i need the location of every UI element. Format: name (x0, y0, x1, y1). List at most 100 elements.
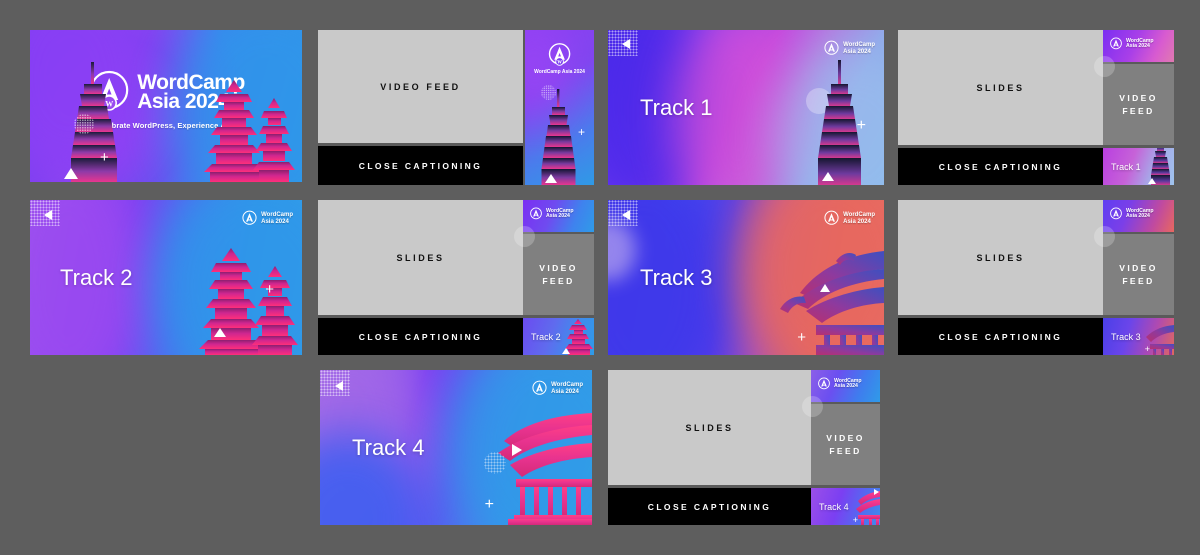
triangle-up-deco-icon (562, 348, 570, 354)
triangle-up-deco-icon (545, 174, 557, 183)
wordcamp-a-mark-icon: W (548, 43, 571, 66)
close-captioning-panel[interactable]: CLOSE CAPTIONING (318, 146, 523, 185)
close-captioning-label: CLOSE CAPTIONING (938, 331, 1063, 342)
slides-panel[interactable]: SLIDES (608, 370, 811, 485)
card-layout-track-2[interactable]: SLIDES VIDEO FEED CLOSE CAPTIONING WordCa… (318, 200, 594, 355)
brand-line2: Asia 2024 (843, 218, 871, 225)
card-layout-track-3[interactable]: SLIDES VIDEO FEED CLOSE CAPTIONING WordCa… (898, 200, 1174, 355)
track-title: Track 1 (640, 94, 713, 120)
wordcamp-a-mark-icon (818, 377, 830, 390)
close-captioning-label: CLOSE CAPTIONING (358, 331, 483, 342)
wordcamp-a-mark-icon (1110, 37, 1122, 50)
track-card-logo: WordCamp Asia 2024 (241, 210, 293, 227)
track-chip-label: Track 4 (819, 501, 849, 512)
brand-line2: Asia 2024 (551, 388, 579, 395)
wordcamp-a-mark-icon (242, 210, 257, 225)
video-feed-line2: FEED (1122, 105, 1155, 116)
track-chip[interactable]: + Track 3 (1103, 318, 1174, 355)
triangle-up-deco-icon (214, 328, 226, 337)
track-chip[interactable]: + Track 4 (811, 488, 880, 525)
track-chip-label: Track 3 (1111, 331, 1141, 342)
video-feed-line2: FEED (542, 275, 575, 286)
brand-chip[interactable]: WordCamp Asia 2024 (1103, 200, 1174, 232)
plus-deco-icon: + (265, 281, 274, 298)
close-captioning-panel[interactable]: CLOSE CAPTIONING (898, 148, 1103, 185)
video-feed-label: VIDEO FEED (380, 81, 461, 92)
taipei-101-silhouette (539, 89, 579, 185)
plus-deco-icon: + (797, 329, 806, 346)
track-card-logo: WordCamp Asia 2024 (531, 380, 583, 397)
video-feed-panel[interactable]: VIDEO FEED (523, 234, 594, 315)
slide-template-grid: + W WordCamp Asia 2024 Celebrate WordPre… (0, 0, 1200, 555)
brand-chip[interactable]: WordCamp Asia 2024 (1103, 30, 1174, 62)
brand-chip[interactable]: WordCamp Asia 2024 (523, 200, 594, 232)
card-layout-track-4[interactable]: SLIDES VIDEO FEED CLOSE CAPTIONING WordCa… (608, 370, 880, 525)
triangle-right-deco-icon (512, 444, 522, 456)
track-title: Track 4 (352, 434, 425, 460)
card-track-3-title[interactable]: + WordCamp Asia 2024 Track 3 (608, 200, 884, 355)
track-chip[interactable]: Track 2 (523, 318, 594, 355)
triangle-left-deco-icon (622, 39, 630, 49)
plus-deco-icon: + (852, 515, 858, 525)
plus-deco-icon: + (856, 117, 866, 134)
moon-deco (1094, 56, 1115, 77)
slides-label: SLIDES (396, 252, 445, 263)
wordcamp-a-mark-icon (530, 207, 542, 220)
card-layout-track-1[interactable]: SLIDES VIDEO FEED CLOSE CAPTIONING WordCa… (898, 30, 1174, 185)
svg-text:W: W (557, 60, 562, 65)
triangle-left-deco-icon (622, 210, 630, 220)
brand-sidebar-logo: W WordCamp Asia 2024 (534, 42, 585, 75)
slides-panel[interactable]: SLIDES (898, 200, 1103, 315)
card-hero-wordcamp-asia[interactable]: + W WordCamp Asia 2024 Celebrate WordPre… (30, 30, 302, 182)
card-track-1-title[interactable]: + WordCamp Asia 2024 Track 1 (608, 30, 884, 185)
triangle-left-deco-icon (335, 381, 343, 391)
track-title: Track 3 (640, 264, 713, 290)
video-feed-line1: VIDEO (826, 432, 865, 443)
close-captioning-label: CLOSE CAPTIONING (647, 501, 772, 512)
wordcamp-a-mark-icon (1110, 207, 1122, 220)
track-chip[interactable]: Track 1 (1103, 148, 1174, 185)
video-feed-panel[interactable]: VIDEO FEED (1103, 64, 1174, 145)
card-track-4-title[interactable]: + WordCamp Asia 2024 Track 4 (320, 370, 592, 525)
video-feed-line2: FEED (829, 445, 862, 456)
close-captioning-panel[interactable]: CLOSE CAPTIONING (608, 488, 811, 525)
close-captioning-label: CLOSE CAPTIONING (358, 160, 483, 171)
track-1-artwork: + WordCamp Asia 2024 Track 1 (608, 30, 884, 185)
plus-deco-icon: + (1144, 344, 1150, 354)
memorial-gate-silhouette (464, 407, 592, 525)
brand-line2: Asia 2024 (1126, 213, 1150, 219)
pagoda-silhouette (198, 245, 298, 355)
video-feed-panel[interactable]: VIDEO FEED (1103, 234, 1174, 315)
video-feed-line1: VIDEO (1119, 262, 1158, 273)
brand-line2: Asia 2024 (261, 218, 289, 225)
track-chip-label: Track 1 (1111, 161, 1141, 172)
track-chip-label: Track 2 (531, 331, 561, 342)
video-feed-line1: VIDEO (539, 262, 578, 273)
slides-panel[interactable]: SLIDES (318, 200, 523, 315)
triangle-right-deco-icon (874, 489, 879, 495)
wordcamp-a-mark-icon (532, 380, 547, 395)
video-feed-line2: FEED (1122, 275, 1155, 286)
moon-deco (1094, 226, 1115, 247)
close-captioning-panel[interactable]: CLOSE CAPTIONING (898, 318, 1103, 355)
brand-sidebar-strip[interactable]: + W WordCamp Asia 2024 (525, 30, 594, 185)
triangle-up-deco-icon (820, 284, 830, 292)
card-track-2-title[interactable]: + WordCamp Asia 2024 Track 2 (30, 200, 302, 355)
close-captioning-label: CLOSE CAPTIONING (938, 161, 1063, 172)
video-feed-line1: VIDEO (1119, 92, 1158, 103)
track-card-logo: WordCamp Asia 2024 (823, 210, 875, 227)
video-feed-panel[interactable]: VIDEO FEED (318, 30, 523, 143)
close-captioning-panel[interactable]: CLOSE CAPTIONING (318, 318, 523, 355)
video-feed-panel[interactable]: VIDEO FEED (811, 404, 880, 485)
hero-artwork: + W WordCamp Asia 2024 Celebrate WordPre… (30, 30, 302, 182)
track-title: Track 2 (60, 264, 133, 290)
brand-line2: Asia 2024 (1126, 43, 1150, 49)
slides-panel[interactable]: SLIDES (898, 30, 1103, 145)
brand-chip[interactable]: WordCamp Asia 2024 (811, 370, 880, 402)
pagoda-silhouette (204, 78, 296, 182)
track-card-logo: WordCamp Asia 2024 (823, 40, 875, 57)
card-layout-video-feed-captioning[interactable]: VIDEO FEED CLOSE CAPTIONING + W WordCamp… (318, 30, 594, 185)
triangle-left-deco-icon (44, 210, 52, 220)
track-4-artwork: + WordCamp Asia 2024 Track 4 (320, 370, 592, 525)
brand-line2: Asia 2024 (834, 383, 858, 389)
